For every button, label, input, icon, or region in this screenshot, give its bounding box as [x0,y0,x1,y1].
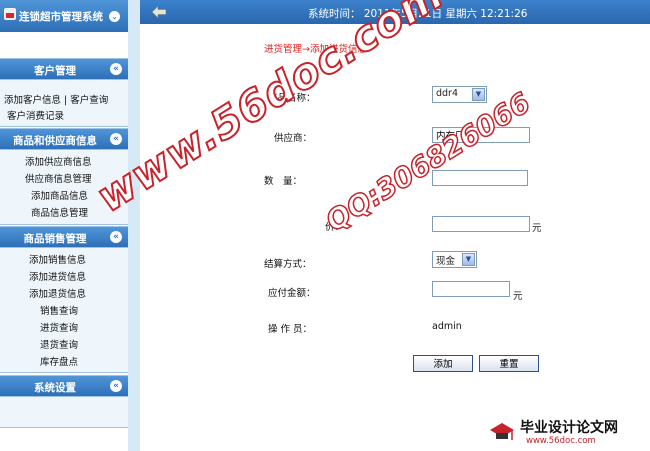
chevron-down-icon[interactable]: ▼ [472,88,485,101]
menu-item-return-query[interactable]: 退货查询 [40,337,78,351]
menu-item-add-customer[interactable]: 添加客户信息 | 客户查询 [4,92,108,106]
price-input[interactable] [432,216,530,232]
home-icon [4,8,16,20]
amount-due-input[interactable] [432,281,510,297]
sidebar-title-bar: 连锁超市管理系统 ⌄ [0,0,128,32]
product-name-select[interactable]: ddr4 ▼ [432,86,487,103]
app-title: 连锁超市管理系统 [19,11,103,23]
menu-item-product-management[interactable]: 商品信息管理 [31,205,88,219]
menu-header-label: 系统设置 [34,382,76,394]
watermark-corner-url: www.56doc.com [526,436,596,446]
menu-item-add-supplier[interactable]: 添加供应商信息 [25,154,92,168]
reset-button[interactable]: 重置 [479,355,539,372]
menu-header-system[interactable]: 系统设置 « [0,375,128,397]
graduation-cap-icon [490,423,514,440]
sidebar-splitter[interactable] [128,0,140,451]
menu-item-add-return[interactable]: 添加退货信息 [29,286,86,300]
price-unit: 元 [532,223,542,234]
collapse-icon[interactable]: « [110,133,122,145]
menu-item-add-product[interactable]: 添加商品信息 [31,188,88,202]
operator-label: 操 作 员： [268,324,313,335]
operator-value: admin [432,321,462,332]
menu-item-add-purchase[interactable]: 添加进货信息 [29,269,86,283]
amount-due-label: 应付金额： [268,288,316,299]
menu-header-sales[interactable]: 商品销售管理 « [0,226,128,248]
watermark-corner-title: 毕业设计论文网 [520,420,618,436]
menu-item-customer-records[interactable]: 客户消费记录 [7,108,64,122]
collapse-icon[interactable]: « [110,231,122,243]
payment-method-select[interactable]: 现金 ▼ [432,251,477,268]
menu-header-label: 客户管理 [34,65,76,77]
menu-body-customer: 添加客户信息 | 客户查询 客户消费记录 [0,80,128,127]
supplier-label: 供应商： [274,133,313,144]
menu-item-purchase-query[interactable]: 进货查询 [40,320,78,334]
add-button[interactable]: 添加 [413,355,473,372]
menu-header-label: 商品和供应商信息 [13,135,97,147]
amount-unit: 元 [513,291,523,302]
menu-body-system [0,397,128,428]
payment-method-value: 现金 [436,256,456,267]
payment-method-label: 结算方式： [264,259,312,270]
menu-header-customer[interactable]: 客户管理 « [0,58,128,80]
collapse-icon[interactable]: « [110,380,122,392]
watermark-corner: 毕业设计论文网 www.56doc.com [478,414,650,451]
menu-item-inventory[interactable]: 库存盘点 [40,354,78,368]
chevron-down-icon[interactable]: ▼ [462,253,475,266]
menu-header-label: 商品销售管理 [23,233,87,245]
menu-item-add-sale[interactable]: 添加销售信息 [29,252,86,266]
sidebar: 连锁超市管理系统 ⌄ 客户管理 « 添加客户信息 | 客户查询 客户消费记录 商… [0,0,140,451]
back-arrow-icon[interactable] [152,6,166,18]
quantity-label: 数 量： [264,176,303,187]
menu-header-supplier[interactable]: 商品和供应商信息 « [0,128,128,150]
menu-item-supplier-management[interactable]: 供应商信息管理 [25,171,92,185]
menu-item-sales-query[interactable]: 销售查询 [40,303,78,317]
quantity-input[interactable] [432,170,528,186]
chevron-down-icon[interactable]: ⌄ [109,11,120,22]
menu-body-sales: 添加销售信息 添加进货信息 添加退货信息 销售查询 进货查询 退货查询 库存盘点 [0,248,128,373]
collapse-icon[interactable]: « [110,63,122,75]
product-name-value: ddr4 [436,88,459,99]
